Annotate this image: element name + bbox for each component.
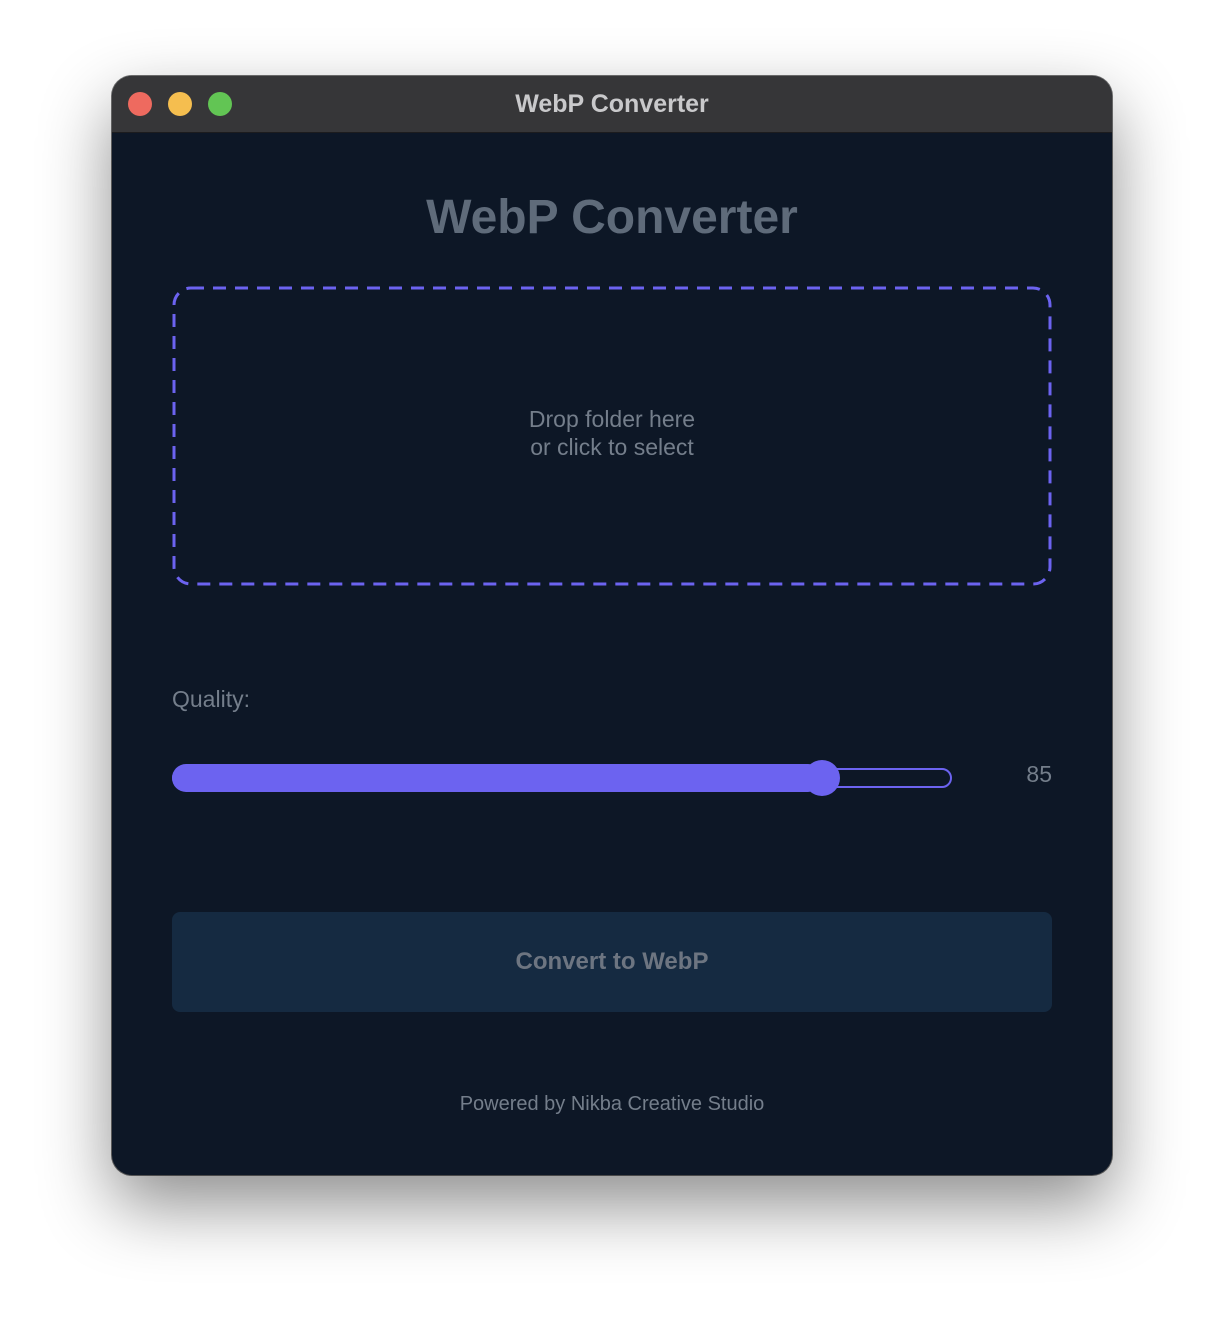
title-bar[interactable]: WebP Converter	[112, 76, 1112, 133]
maximize-window-button[interactable]	[208, 92, 232, 116]
quality-value: 85	[1026, 761, 1052, 787]
dropzone-line-1: Drop folder here	[528, 406, 696, 432]
footer-credit: Powered by Nikba Creative Studio	[459, 1093, 765, 1115]
window-title: WebP Converter	[515, 90, 709, 118]
close-window-button[interactable]	[128, 92, 152, 116]
quality-label: Quality:	[172, 686, 250, 712]
minimize-window-button[interactable]	[168, 92, 192, 116]
quality-slider[interactable]	[172, 760, 952, 796]
app-heading: WebP Converter	[426, 191, 798, 244]
dropzone-line-2: or click to select	[530, 434, 694, 460]
dropzone-instructions: Drop folder here or click to select	[172, 405, 1052, 461]
folder-dropzone[interactable]: Drop folder here or click to select	[172, 286, 1052, 586]
quality-slider-fill	[172, 764, 823, 792]
convert-to-webp-button[interactable]: Convert to WebP	[172, 912, 1052, 1012]
quality-slider-thumb[interactable]	[804, 760, 841, 796]
app-window: WebP Converter WebP Converter Drop folde…	[112, 76, 1112, 1175]
